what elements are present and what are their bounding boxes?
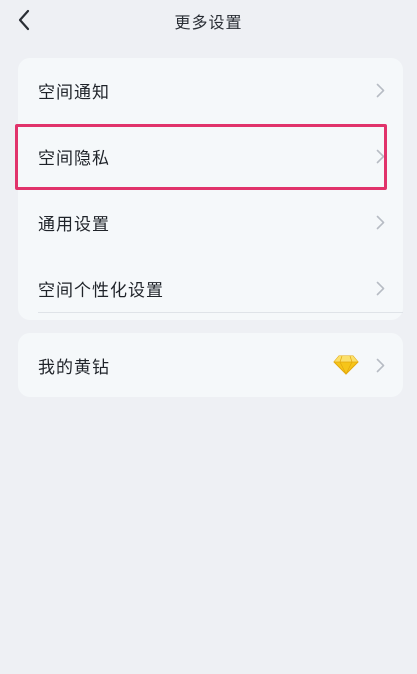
chevron-right-icon xyxy=(375,280,385,296)
row-label: 空间通知 xyxy=(38,82,110,103)
row-space-notification[interactable]: 空间通知 xyxy=(18,58,403,122)
row-label: 通用设置 xyxy=(38,214,110,235)
row-personalization-settings[interactable]: 空间个性化设置 xyxy=(18,256,403,320)
vip-card: 我的黄钻 xyxy=(18,333,403,397)
row-space-privacy[interactable]: 空间隐私 xyxy=(18,124,403,188)
settings-card: 空间通知 空间隐私 通用设置 空间个性化设置 xyxy=(18,58,403,320)
row-my-yellow-diamond[interactable]: 我的黄钻 xyxy=(18,333,403,397)
chevron-right-icon xyxy=(375,357,385,373)
yellow-diamond-icon xyxy=(333,354,359,376)
chevron-right-icon xyxy=(375,82,385,98)
row-general-settings[interactable]: 通用设置 xyxy=(18,190,403,254)
chevron-right-icon xyxy=(375,148,385,164)
navigation-bar: 更多设置 xyxy=(0,0,417,40)
page-title: 更多设置 xyxy=(174,13,243,32)
row-label: 我的黄钻 xyxy=(38,357,110,378)
row-label: 空间隐私 xyxy=(38,148,110,169)
row-label: 空间个性化设置 xyxy=(38,280,164,301)
chevron-right-icon xyxy=(375,214,385,230)
